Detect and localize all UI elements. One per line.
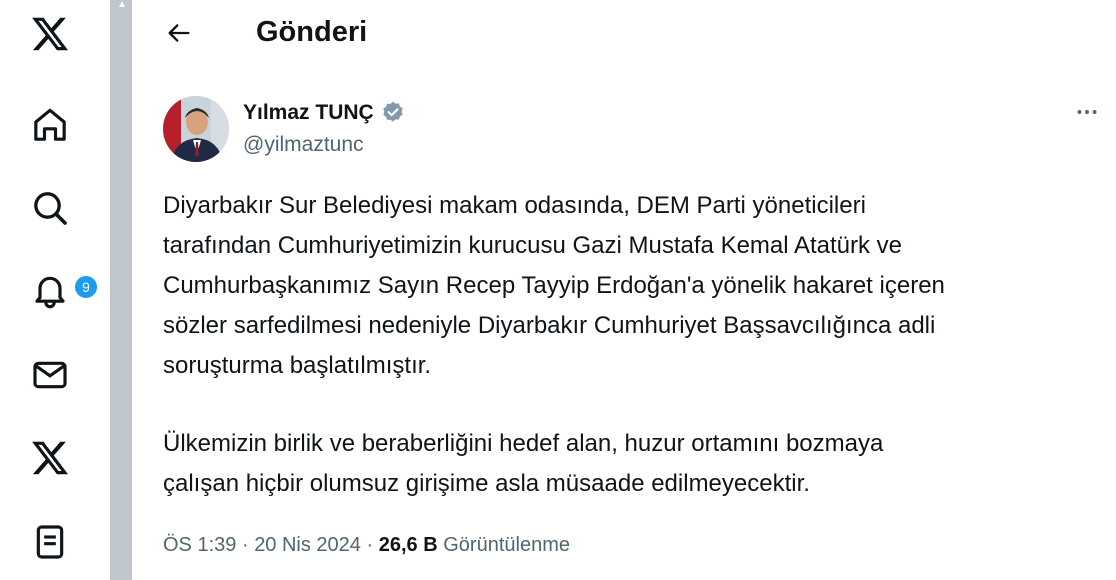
views-count: 26,6 B bbox=[378, 534, 438, 556]
scroll-up-arrow-icon[interactable]: ▲ bbox=[115, 0, 129, 10]
tweet-date[interactable]: 20 Nis 2024 bbox=[254, 534, 361, 556]
tweet-author: Yılmaz TUNÇ @yilmaztunc bbox=[163, 96, 1103, 166]
messages-envelope-icon[interactable] bbox=[22, 347, 78, 403]
tweet-paragraph: Diyarbakır Sur Belediyesi makam odasında… bbox=[163, 192, 945, 379]
app-window: 9 ▲ Gönderi Yılmaz TUNÇ @yilmaztunc Diya… bbox=[0, 0, 1116, 580]
scrollbar-thumb[interactable] bbox=[112, 0, 132, 580]
x-logo-icon[interactable] bbox=[22, 6, 78, 62]
views-label: Görüntülenme bbox=[443, 534, 570, 556]
verified-badge-icon bbox=[383, 101, 403, 122]
search-icon[interactable] bbox=[22, 180, 78, 236]
notifications-bell-icon[interactable]: 9 bbox=[22, 262, 98, 318]
tweet-paragraph: Ülkemizin birlik ve beraberliğini hedef … bbox=[163, 430, 884, 497]
notification-badge: 9 bbox=[74, 275, 98, 299]
back-button[interactable] bbox=[158, 12, 200, 54]
page-title: Gönderi bbox=[256, 16, 368, 48]
grok-x-icon[interactable] bbox=[22, 430, 78, 486]
page-header: Gönderi bbox=[132, 0, 1116, 66]
author-handle[interactable]: @yilmaztunc bbox=[243, 132, 364, 158]
arrow-left-icon bbox=[168, 24, 190, 42]
main-column: Gönderi Yılmaz TUNÇ @yilmaztunc Diyarbak… bbox=[132, 0, 1116, 580]
meta-separator: · bbox=[241, 534, 249, 556]
home-icon[interactable] bbox=[22, 97, 78, 153]
lists-icon[interactable] bbox=[22, 514, 78, 570]
more-horizontal-icon bbox=[1077, 110, 1097, 114]
tweet-body: Diyarbakır Sur Belediyesi makam odasında… bbox=[163, 186, 1103, 504]
author-name[interactable]: Yılmaz TUNÇ bbox=[243, 100, 374, 126]
meta-separator: · bbox=[366, 534, 374, 556]
more-options-button[interactable] bbox=[1069, 94, 1105, 130]
tweet-time[interactable]: ÖS 1:39 bbox=[163, 534, 236, 556]
tweet-meta: ÖS 1:39 · 20 Nis 2024 · 26,6 B Görüntüle… bbox=[163, 530, 570, 560]
author-name-row: Yılmaz TUNÇ bbox=[243, 100, 406, 126]
sidebar-nav: 9 bbox=[0, 0, 110, 580]
avatar[interactable] bbox=[163, 96, 229, 162]
